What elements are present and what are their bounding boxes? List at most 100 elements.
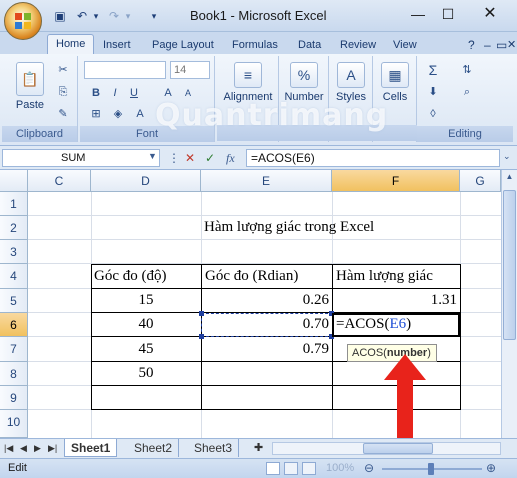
font-name-combo[interactable] [84,61,166,79]
expand-formula-bar-icon[interactable]: ⌄ [503,151,511,162]
zoom-slider-thumb[interactable] [428,463,434,475]
number-button[interactable]: % Number [282,62,326,103]
ribbon-close-icon[interactable]: ✕ [507,36,516,54]
horizontal-scroll-thumb[interactable] [363,443,433,454]
column-header-f[interactable]: F [332,170,460,192]
cell-f4-header[interactable]: Hàm lượng giác [336,268,433,285]
italic-icon[interactable]: I [107,85,123,101]
borders-icon[interactable]: ⊞ [88,106,104,122]
enter-entry-icon[interactable]: ✓ [205,151,215,165]
select-all-corner[interactable] [0,170,28,192]
paste-button[interactable]: 📋 Paste [10,62,50,111]
first-sheet-icon[interactable]: |◀ [2,439,15,457]
row-header-2[interactable]: 2 [0,216,28,240]
insert-function-icon[interactable]: fx [226,151,235,166]
copy-icon[interactable]: ⎘ [55,84,71,100]
tab-review[interactable]: Review [340,36,376,54]
cell-e7[interactable]: 0.79 [201,341,329,358]
styles-button[interactable]: A Styles [332,62,370,103]
fill-icon[interactable]: ⬇ [425,84,441,100]
cell-e2-title[interactable]: Hàm lượng giác trong Excel [204,219,374,236]
column-header-c[interactable]: C [28,170,91,192]
column-header-g[interactable]: G [460,170,501,192]
horizontal-scrollbar[interactable] [272,442,501,455]
cell-e5[interactable]: 0.26 [201,292,329,309]
autosum-icon[interactable]: Σ [425,62,441,78]
cell-e4-header[interactable]: Góc đo (Rdian) [205,268,298,285]
cell-d6[interactable]: 40 [91,316,201,333]
name-box-dropdown-icon[interactable]: ▼ [148,151,157,161]
cell-f6-formula[interactable]: =ACOS(E6) [336,316,411,333]
customize-toolbar-icon[interactable]: ▾ [146,8,162,24]
cells-button[interactable]: ▦ Cells [376,62,414,103]
formula-input[interactable]: =ACOS(E6) [246,149,500,167]
row-header-9[interactable]: 9 [0,386,28,410]
page-break-view-icon[interactable] [302,462,316,475]
cancel-entry-icon[interactable]: ✕ [185,151,195,165]
last-sheet-icon[interactable]: ▶| [46,439,59,457]
ribbon-minimize-icon[interactable]: – [484,36,491,54]
help-icon[interactable]: ? [468,36,475,54]
column-header-e[interactable]: E [201,170,332,192]
name-box[interactable]: SUM [2,149,160,167]
zoom-out-icon[interactable]: ⊖ [364,461,374,475]
zoom-slider[interactable] [382,463,482,475]
row-header-7[interactable]: 7 [0,337,28,362]
row-header-8[interactable]: 8 [0,362,28,386]
tab-data[interactable]: Data [298,36,321,54]
cell-d8[interactable]: 50 [91,365,201,382]
row-header-4[interactable]: 4 [0,264,28,289]
format-painter-icon[interactable]: ✎ [55,106,71,122]
bold-icon[interactable]: B [88,85,104,101]
tab-insert[interactable]: Insert [103,36,131,54]
sheet-tab-3[interactable]: Sheet3 [188,439,240,457]
scroll-up-icon[interactable]: ▲ [503,172,516,186]
tab-view[interactable]: View [393,36,417,54]
column-header-d[interactable]: D [91,170,201,192]
save-icon[interactable]: ▣ [52,8,68,24]
tab-formulas[interactable]: Formulas [232,36,278,54]
zoom-level[interactable]: 100% [326,462,354,474]
font-size-combo[interactable]: 14 [170,61,210,79]
find-select-icon[interactable]: ⌕ [459,84,475,100]
undo-dropdown-icon[interactable]: ▾ [88,8,104,24]
prev-sheet-icon[interactable]: ◀ [18,439,29,457]
resize-handle-icon[interactable]: ⋮ [168,151,180,165]
cell-d5[interactable]: 15 [91,292,201,309]
sheet-tab-1[interactable]: Sheet1 [64,439,118,457]
vertical-scroll-thumb[interactable] [503,190,516,340]
insert-sheet-icon[interactable]: ✚ [248,439,269,457]
close-icon[interactable]: ✕ [476,4,504,24]
minimize-icon[interactable]: — [404,4,432,24]
cell-d4-header[interactable]: Góc đo (độ) [94,268,166,285]
worksheet-grid[interactable]: C D E F G 1 2 3 4 5 6 7 8 9 10 Hàm lượng… [0,170,517,438]
row-header-10[interactable]: 10 [0,410,28,438]
cell-d7[interactable]: 45 [91,341,201,358]
clear-icon[interactable]: ◊ [425,106,441,122]
row-header-3[interactable]: 3 [0,240,28,264]
underline-icon[interactable]: U [126,85,142,101]
tab-page-layout[interactable]: Page Layout [152,36,214,54]
reference-handle[interactable] [199,334,204,339]
cell-f5[interactable]: 1.31 [332,292,457,309]
tab-home[interactable]: Home [47,34,95,54]
alignment-button[interactable]: ≡ Alignment [220,62,276,103]
zoom-in-icon[interactable]: ⊕ [486,461,496,475]
sort-filter-icon[interactable]: ⇅ [459,62,475,78]
normal-view-icon[interactable] [266,462,280,475]
sheet-tab-2[interactable]: Sheet2 [128,439,180,457]
redo-dropdown-icon[interactable]: ▾ [120,8,136,24]
row-header-1[interactable]: 1 [0,192,28,216]
row-header-5[interactable]: 5 [0,289,28,313]
ribbon-restore-icon[interactable]: ▭ [496,36,507,54]
maximize-icon[interactable]: ☐ [434,4,462,24]
office-button[interactable] [4,2,42,40]
page-layout-view-icon[interactable] [284,462,298,475]
next-sheet-icon[interactable]: ▶ [32,439,43,457]
cell-e6[interactable]: 0.70 [201,316,329,333]
font-color-icon[interactable]: A [132,106,148,122]
vertical-scrollbar[interactable]: ▲ [501,170,517,438]
fill-color-icon[interactable]: ◈ [110,106,126,122]
cut-icon[interactable]: ✂ [55,62,71,78]
row-header-6[interactable]: 6 [0,313,28,337]
